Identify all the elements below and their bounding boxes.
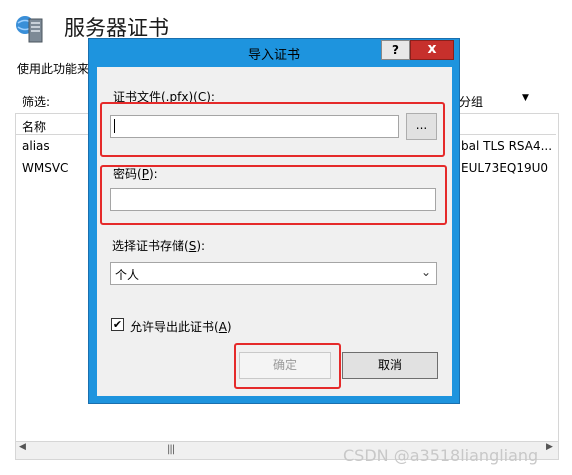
- column-header-name[interactable]: 名称: [22, 118, 46, 135]
- close-button[interactable]: x: [410, 40, 454, 60]
- page-description: 使用此功能来: [17, 62, 90, 76]
- cancel-button[interactable]: 取消: [342, 352, 438, 379]
- highlight-ok-button: [234, 343, 341, 389]
- help-button[interactable]: ?: [381, 40, 410, 60]
- allow-export-checkbox[interactable]: ✔: [111, 318, 124, 331]
- scrollbar-thumb[interactable]: |||: [167, 444, 175, 455]
- table-row-detail[interactable]: bal TLS RSA4...: [461, 139, 552, 153]
- highlight-certificate-file: [100, 102, 445, 157]
- certificate-store-select[interactable]: [110, 262, 437, 285]
- table-row-name[interactable]: WMSVC: [22, 161, 68, 175]
- chevron-down-icon[interactable]: ▼: [522, 93, 529, 103]
- scroll-left-icon[interactable]: ◀: [19, 442, 26, 452]
- server-certificate-icon: [14, 14, 48, 44]
- certificate-store-label: 选择证书存储(S):: [112, 239, 206, 253]
- table-row-detail[interactable]: EUL73EQ19U0: [461, 161, 548, 175]
- filter-label: 筛选:: [22, 95, 51, 109]
- scroll-right-icon[interactable]: ▶: [546, 442, 553, 452]
- table-row-name[interactable]: alias: [22, 139, 50, 153]
- certificate-store-value[interactable]: 个人: [115, 266, 139, 283]
- chevron-down-icon[interactable]: ⌄: [421, 265, 431, 279]
- watermark: CSDN @a3518liangliang: [343, 446, 539, 465]
- allow-export-label[interactable]: 允许导出此证书(A): [130, 318, 232, 335]
- highlight-password: [100, 165, 447, 225]
- group-by-label[interactable]: 分组: [459, 93, 483, 110]
- checkmark-icon: ✔: [112, 318, 123, 331]
